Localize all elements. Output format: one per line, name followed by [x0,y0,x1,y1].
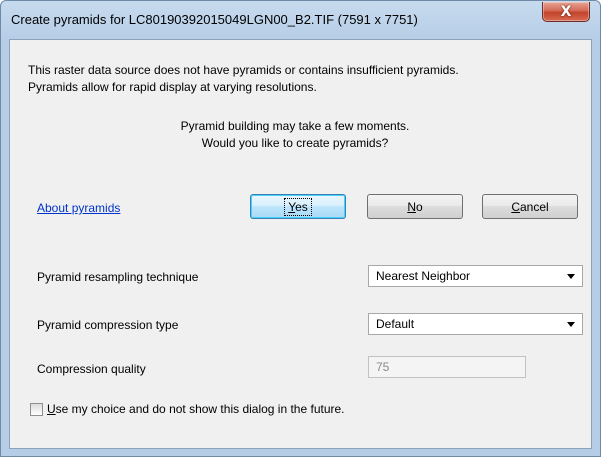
question-message: Pyramid building may take a few moments.… [10,118,580,152]
close-button[interactable]: X [542,2,590,22]
no-button[interactable]: No [367,194,463,219]
remember-choice-row[interactable]: Use my choice and do not show this dialo… [30,402,345,416]
question-line-1: Pyramid building may take a few moments. [180,119,410,133]
yes-button[interactable]: Yes [250,194,346,219]
question-line-2: Would you like to create pyramids? [201,136,389,150]
resampling-select[interactable]: Nearest Neighbor [368,265,583,287]
yes-button-label: Yes [284,197,312,216]
quality-label: Compression quality [37,362,146,376]
remember-choice-label: Use my choice and do not show this dialo… [47,402,345,416]
title-bar[interactable]: Create pyramids for LC80190392015049LGN0… [1,1,600,39]
info-line-1: This raster data source does not have py… [28,63,459,77]
compression-value: Default [376,317,415,331]
quality-input[interactable]: 75 [368,356,526,378]
info-message: This raster data source does not have py… [28,62,588,96]
no-button-label: No [407,199,423,214]
chevron-down-icon [567,274,575,279]
dialog-body: This raster data source does not have py… [9,39,592,449]
quality-value: 75 [376,360,390,374]
chevron-down-icon [567,322,575,327]
close-icon: X [560,3,572,20]
compression-select[interactable]: Default [368,313,583,335]
remember-choice-checkbox[interactable] [30,402,43,416]
resampling-label: Pyramid resampling technique [37,270,199,284]
cancel-button-label: Cancel [511,199,549,214]
resampling-value: Nearest Neighbor [376,269,471,283]
dialog-window: Create pyramids for LC80190392015049LGN0… [0,0,601,457]
about-pyramids-link[interactable]: About pyramids [37,201,120,215]
compression-label: Pyramid compression type [37,318,179,332]
info-line-2: Pyramids allow for rapid display at vary… [28,80,317,94]
cancel-button[interactable]: Cancel [482,194,578,219]
window-title: Create pyramids for LC80190392015049LGN0… [11,12,418,27]
